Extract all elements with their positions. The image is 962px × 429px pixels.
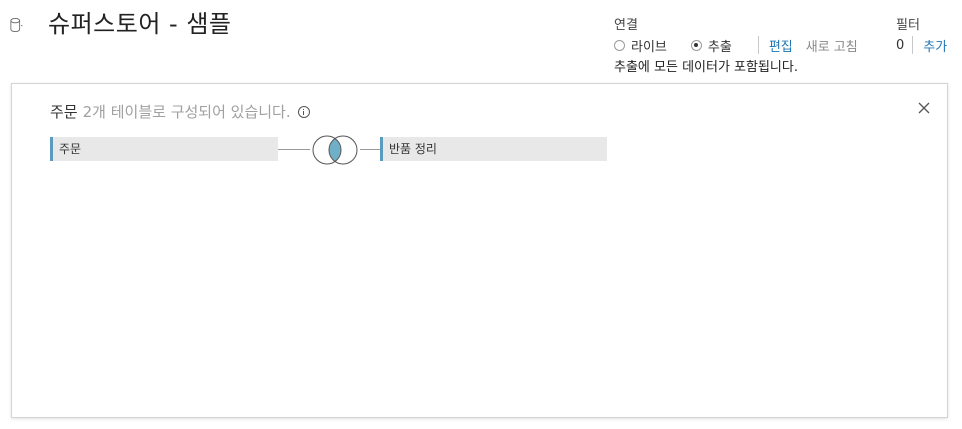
live-radio[interactable]	[614, 39, 625, 51]
extract-radio[interactable]	[690, 39, 702, 51]
data-source-title[interactable]: 슈퍼스토어 - 샘플	[48, 4, 231, 39]
connection-options: 라이브 추출 편집 새로 고침	[614, 36, 858, 55]
filters-section: 필터 0 추가	[896, 14, 947, 55]
join-line-right	[360, 149, 380, 150]
live-radio-label: 라이브	[631, 39, 667, 55]
logical-table-panel: 주문 2개 테이블로 구성되어 있습니다. 주문 반품 정리	[11, 83, 948, 418]
filters-label: 필터	[896, 18, 920, 33]
live-radio-option[interactable]: 라이브	[614, 36, 667, 55]
add-filter-link[interactable]: 추가	[923, 36, 947, 55]
connection-label: 연결	[614, 18, 638, 33]
extract-radio-label: 추출	[707, 39, 732, 55]
summary-table-name: 주문	[50, 103, 78, 121]
data-source-page: 슈퍼스토어 - 샘플 연결 라이브 추출 편집 새로 고침 추출에 모든 데이터…	[0, 0, 962, 429]
info-icon[interactable]	[297, 105, 310, 118]
close-icon[interactable]	[918, 102, 930, 114]
table-returns[interactable]: 반품 정리	[380, 137, 607, 161]
connection-section: 연결 라이브 추출 편집 새로 고침 추출에 모든 데이터가 포함됩니다.	[614, 14, 858, 75]
refresh-extract-link[interactable]: 새로 고침	[806, 36, 858, 55]
edit-extract-link[interactable]: 편집	[769, 36, 793, 55]
summary-description: 2개 테이블로 구성되어 있습니다.	[82, 103, 291, 121]
inner-join-icon[interactable]	[309, 135, 361, 165]
divider	[757, 36, 759, 54]
table-orders[interactable]: 주문	[50, 137, 278, 161]
filters-count: 0	[896, 37, 905, 53]
extract-note: 추출에 모든 데이터가 포함됩니다.	[614, 60, 798, 75]
panel-summary: 주문 2개 테이블로 구성되어 있습니다.	[50, 101, 310, 122]
join-line-left	[278, 149, 310, 150]
database-icon[interactable]	[10, 16, 24, 34]
divider	[912, 36, 914, 54]
filters-row: 0 추가	[896, 36, 947, 55]
extract-radio-option[interactable]: 추출	[690, 36, 732, 55]
